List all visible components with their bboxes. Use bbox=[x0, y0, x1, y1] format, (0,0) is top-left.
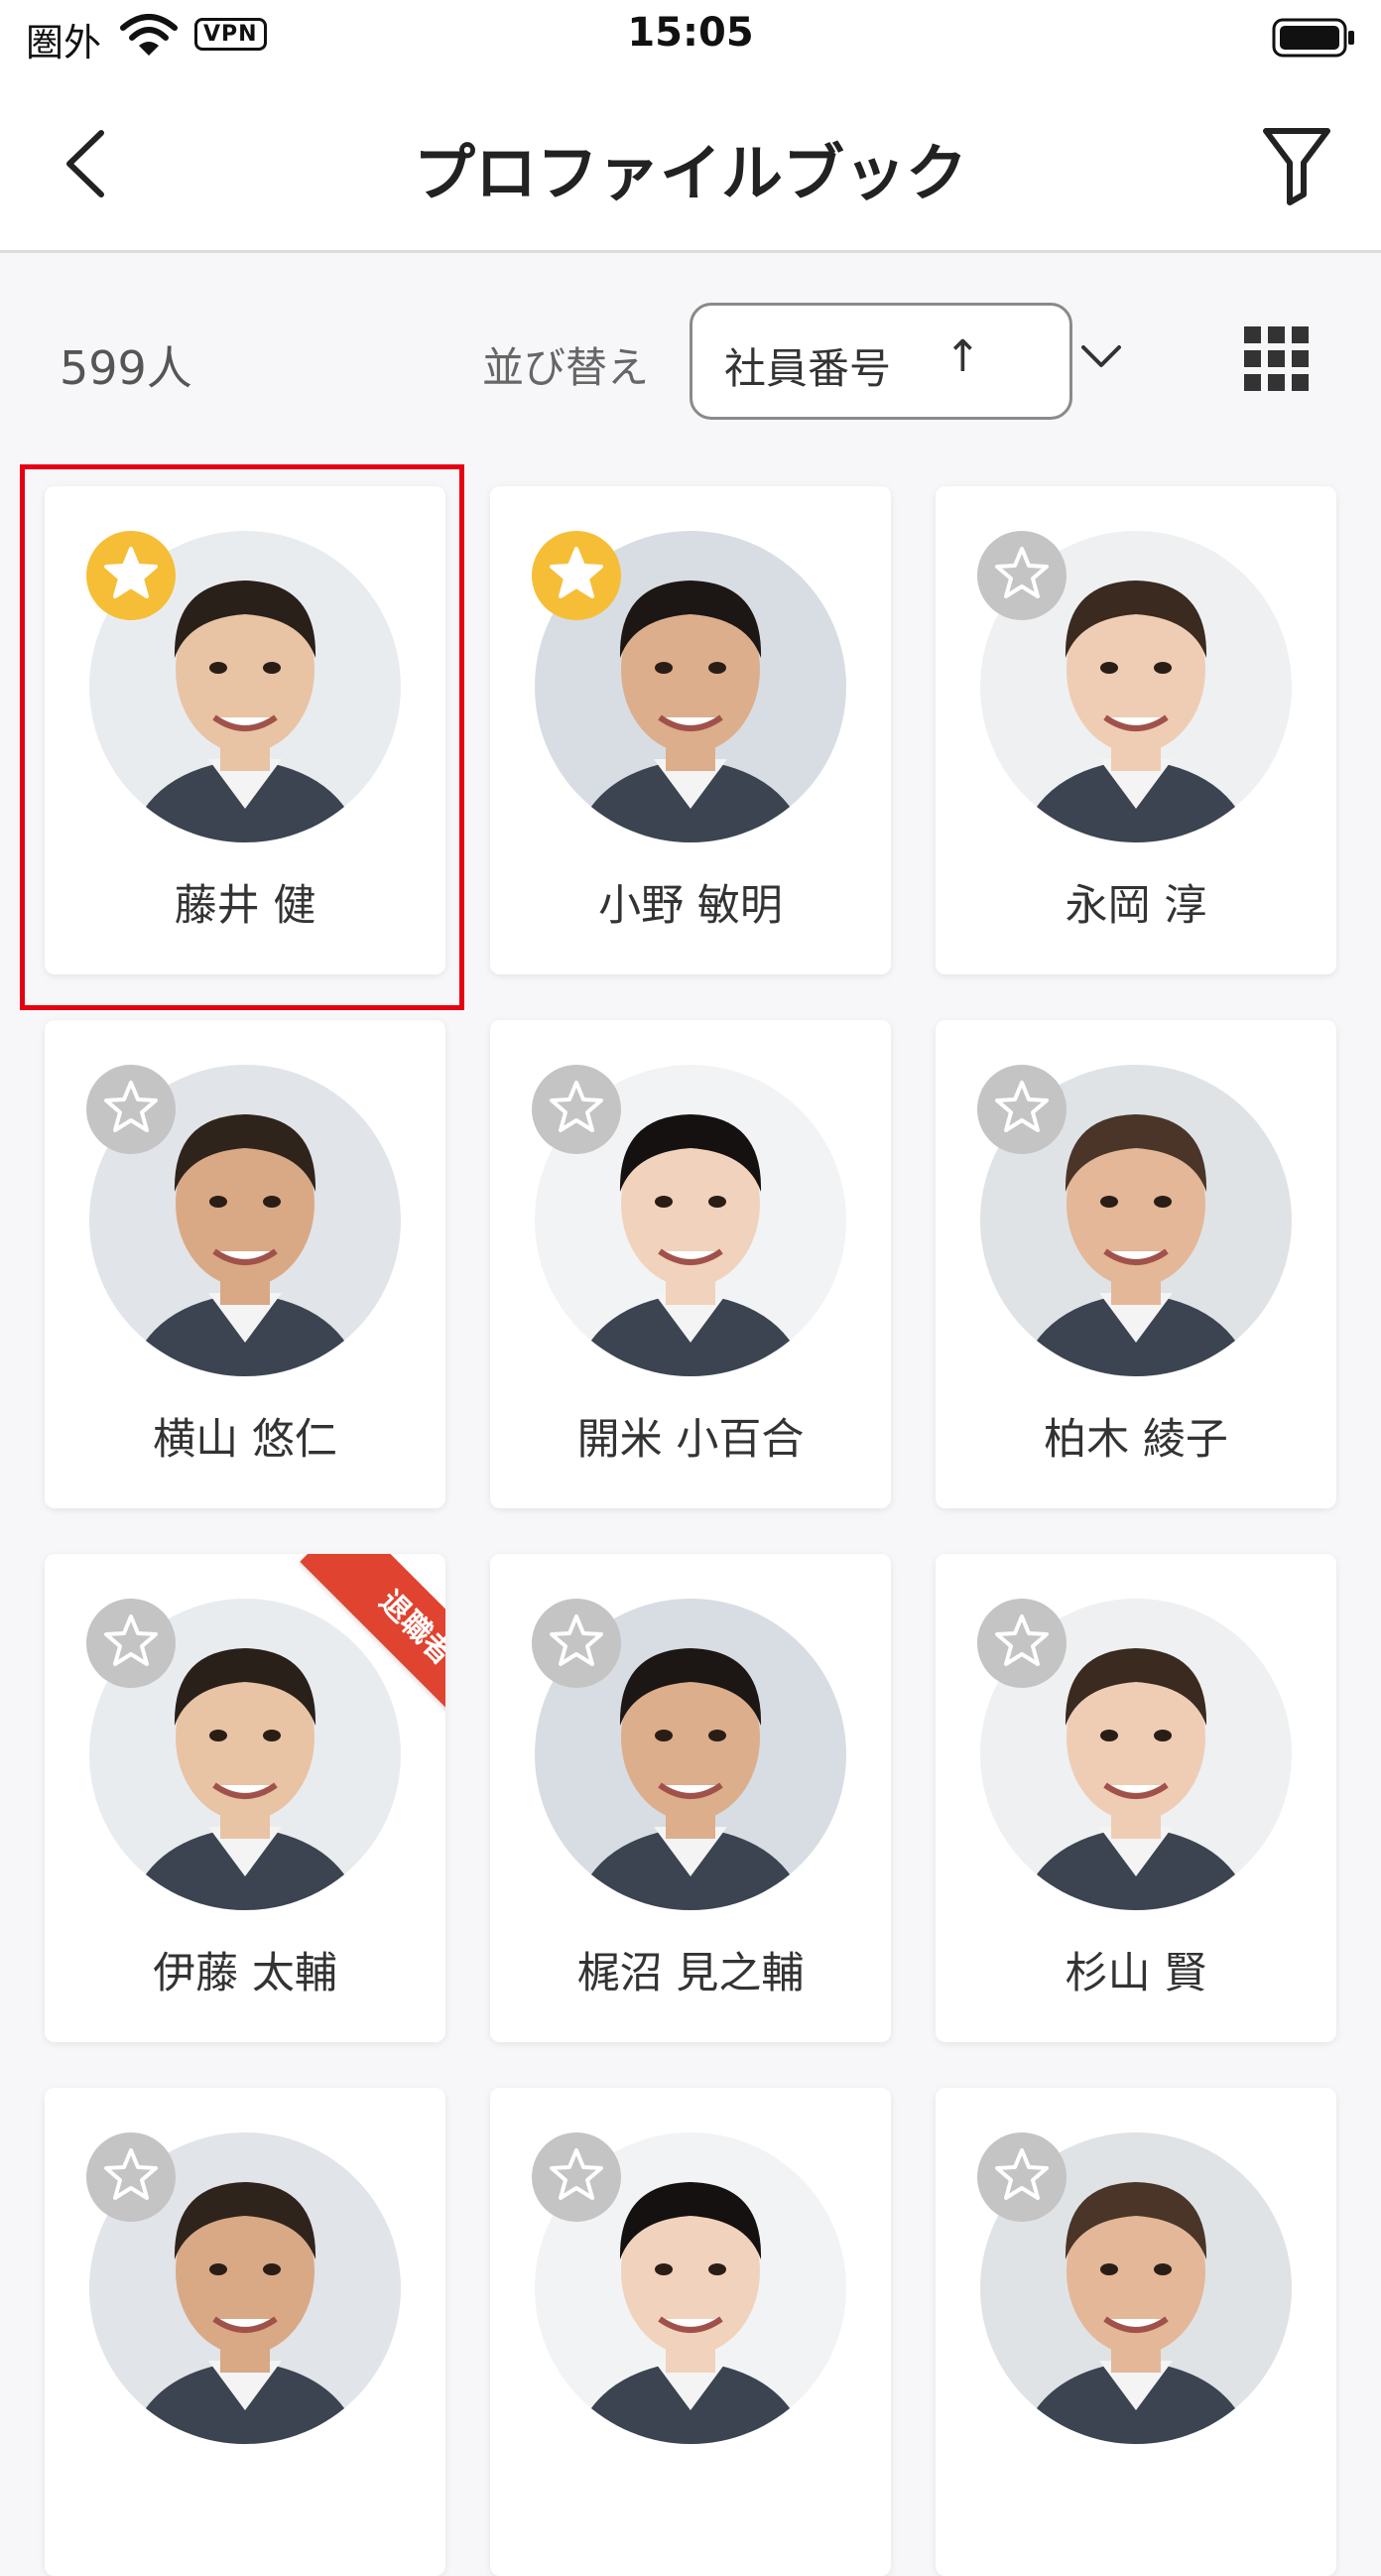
star-icon bbox=[550, 1081, 603, 1132]
retired-ribbon-container: 退職者 bbox=[247, 1554, 445, 1752]
battery-icon bbox=[1272, 16, 1357, 64]
filter-icon bbox=[1263, 128, 1330, 205]
profile-name: 伊藤 太輔 bbox=[153, 1949, 337, 1998]
profile-card[interactable]: 永岡 淳 bbox=[936, 486, 1336, 974]
profile-card[interactable]: 小野 敏明 bbox=[490, 486, 891, 974]
star-icon bbox=[550, 547, 603, 598]
star-icon bbox=[995, 2148, 1049, 2200]
star-icon bbox=[995, 1614, 1049, 1666]
favorite-star-button[interactable] bbox=[977, 1599, 1067, 1688]
favorite-star-button[interactable] bbox=[86, 2132, 176, 2222]
star-icon bbox=[550, 1614, 603, 1666]
grid-view-icon bbox=[1244, 326, 1310, 392]
chevron-down-icon bbox=[1081, 345, 1121, 367]
profile-name: 藤井 健 bbox=[174, 881, 316, 931]
profile-card[interactable]: 梶沼 見之輔 bbox=[490, 1554, 891, 2042]
page-title: プロファイルブック bbox=[413, 137, 967, 209]
profile-card[interactable]: 横山 悠仁 bbox=[45, 1020, 445, 1508]
favorite-star-button[interactable] bbox=[532, 531, 621, 620]
star-icon bbox=[995, 547, 1049, 598]
favorite-star-button[interactable] bbox=[977, 2132, 1067, 2222]
profile-name: 小野 敏明 bbox=[598, 881, 783, 931]
profile-name: 梶沼 見之輔 bbox=[576, 1949, 805, 1998]
member-count: 599人 bbox=[60, 341, 192, 395]
profile-card[interactable] bbox=[45, 2088, 445, 2576]
star-icon bbox=[995, 1081, 1049, 1132]
retired-badge: 退職者 bbox=[300, 1554, 445, 1744]
profile-card[interactable]: 杉山 賢 bbox=[936, 1554, 1336, 2042]
profile-card[interactable]: 退職者伊藤 太輔 bbox=[45, 1554, 445, 2042]
star-icon bbox=[550, 2148, 603, 2200]
filter-button[interactable] bbox=[1260, 123, 1333, 206]
profile-name: 横山 悠仁 bbox=[153, 1415, 337, 1465]
star-icon bbox=[104, 547, 158, 598]
profile-card[interactable] bbox=[936, 2088, 1336, 2576]
grid-view-button[interactable] bbox=[1244, 326, 1310, 392]
favorite-star-button[interactable] bbox=[977, 531, 1067, 620]
sort-value: 社員番号 bbox=[724, 344, 892, 393]
profile-name: 杉山 賢 bbox=[1065, 1949, 1207, 1998]
star-icon bbox=[104, 1081, 158, 1132]
sort-label: 並び替え bbox=[482, 343, 650, 392]
favorite-star-button[interactable] bbox=[86, 531, 176, 620]
clock: 15:05 bbox=[627, 10, 754, 56]
profile-name: 開米 小百合 bbox=[576, 1415, 805, 1465]
profile-card[interactable]: 柏木 綾子 bbox=[936, 1020, 1336, 1508]
sort-direction-icon: ↑ bbox=[944, 331, 981, 382]
favorite-star-button[interactable] bbox=[532, 1065, 621, 1154]
status-bar: 圏外 VPN 15:05 bbox=[0, 0, 1381, 75]
profile-card[interactable]: 開米 小百合 bbox=[490, 1020, 891, 1508]
star-icon bbox=[104, 2148, 158, 2200]
profile-card[interactable]: 藤井 健 bbox=[45, 486, 445, 974]
navigation-bar: プロファイルブック bbox=[0, 75, 1381, 253]
profile-card[interactable] bbox=[490, 2088, 891, 2576]
favorite-star-button[interactable] bbox=[532, 1599, 621, 1688]
profile-name: 永岡 淳 bbox=[1065, 881, 1207, 931]
favorite-star-button[interactable] bbox=[86, 1065, 176, 1154]
favorite-star-button[interactable] bbox=[532, 2132, 621, 2222]
star-icon bbox=[104, 1614, 158, 1666]
list-toolbar: 599人 並び替え 社員番号 ↑ bbox=[0, 253, 1381, 451]
profile-name: 柏木 綾子 bbox=[1044, 1415, 1228, 1465]
sort-select[interactable]: 社員番号 ↑ bbox=[690, 303, 1121, 420]
favorite-star-button[interactable] bbox=[86, 1599, 176, 1688]
favorite-star-button[interactable] bbox=[977, 1065, 1067, 1154]
